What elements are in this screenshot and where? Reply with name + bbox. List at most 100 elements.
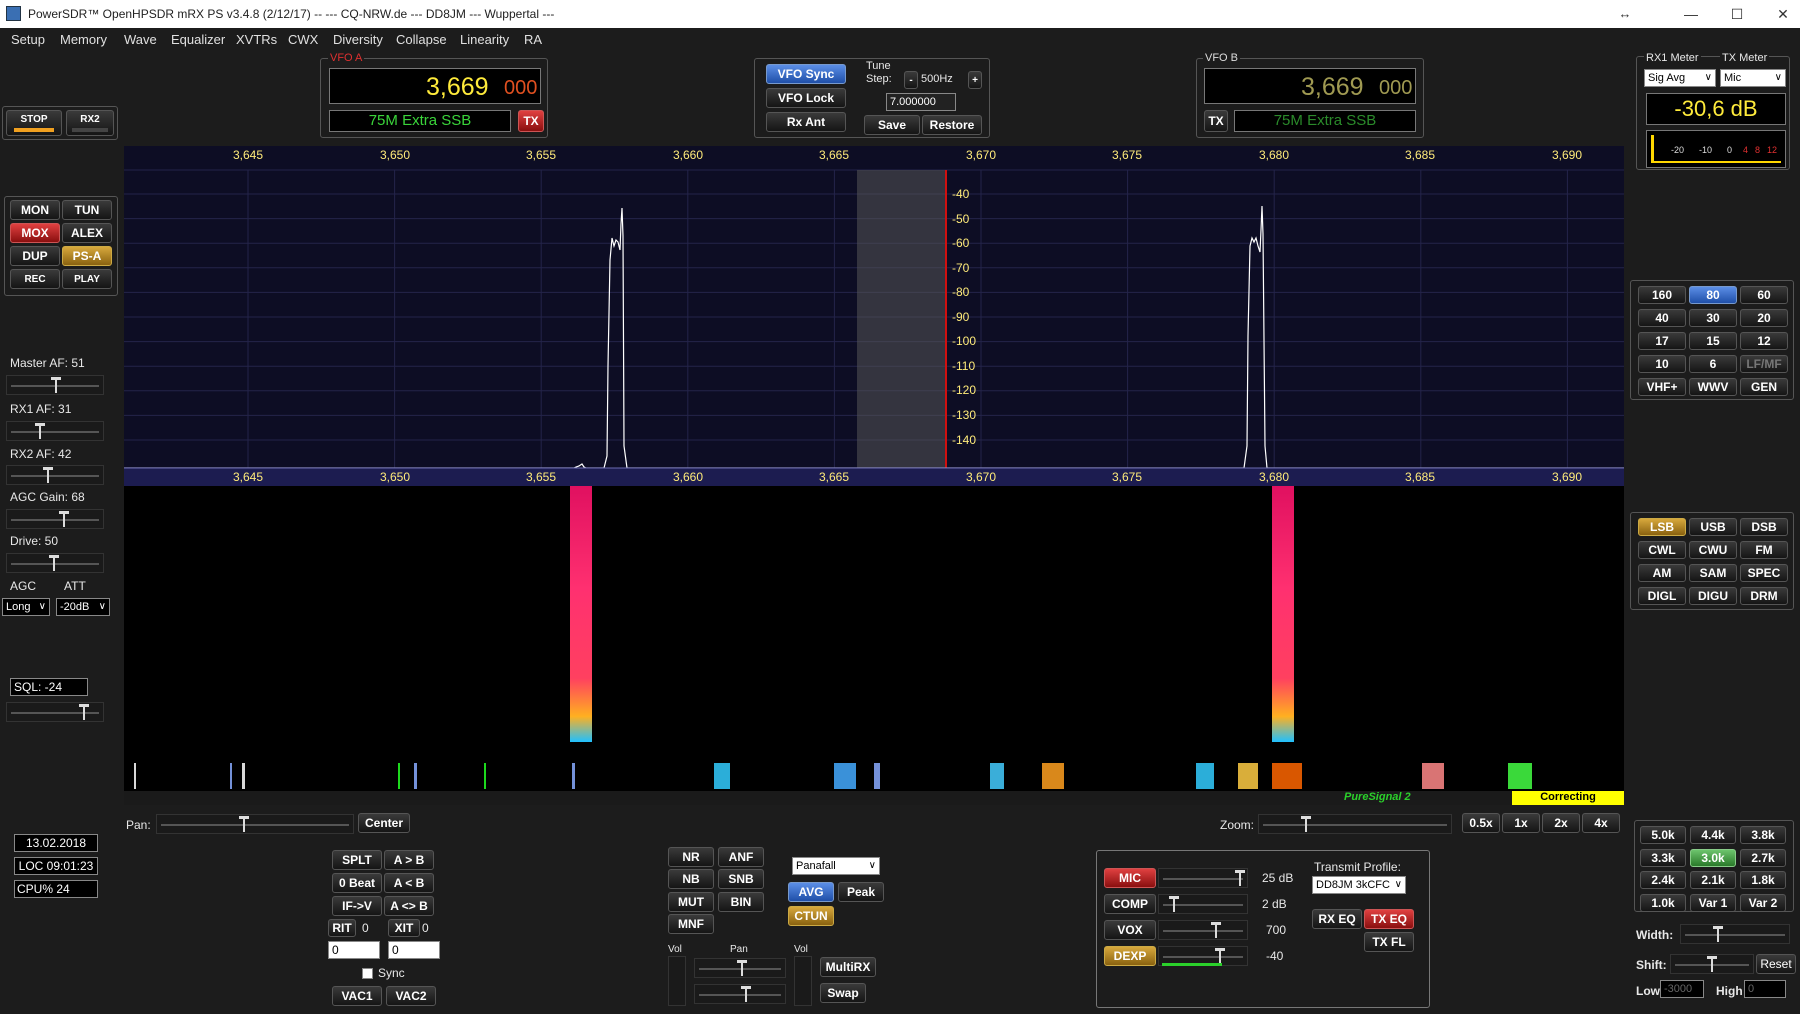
avg-button[interactable]: AVG <box>788 882 834 902</box>
a-swap-b-button[interactable]: A <> B <box>384 896 434 916</box>
rx1-meter-select[interactable]: Sig Avg <box>1644 69 1716 87</box>
att-select[interactable]: -20dB <box>56 598 110 616</box>
filter-button-2.1k[interactable]: 2.1k <box>1690 871 1736 889</box>
filter-button-var-2[interactable]: Var 2 <box>1740 893 1786 912</box>
mode-button-lsb[interactable]: LSB <box>1638 518 1686 536</box>
stop-button[interactable]: STOP <box>6 110 62 136</box>
a-to-b-button[interactable]: A > B <box>384 850 434 870</box>
band-button-10[interactable]: 10 <box>1638 355 1686 373</box>
snb-button[interactable]: SNB <box>718 869 764 889</box>
filter-button-1.0k[interactable]: 1.0k <box>1640 893 1686 912</box>
zoom-1x-button[interactable]: 1x <box>1502 813 1540 833</box>
band-button-80[interactable]: 80 <box>1689 286 1737 304</box>
band-button-30[interactable]: 30 <box>1689 309 1737 327</box>
menu-wave[interactable]: Wave <box>124 32 157 47</box>
menu-memory[interactable]: Memory <box>60 32 107 47</box>
mode-button-am[interactable]: AM <box>1638 564 1686 582</box>
filter-button-var-1[interactable]: Var 1 <box>1690 893 1736 912</box>
band-button-60[interactable]: 60 <box>1740 286 1788 304</box>
filter-button-3.0k[interactable]: 3.0k <box>1690 848 1736 867</box>
vol-slider[interactable] <box>668 956 686 1006</box>
vfo-lock-button[interactable]: VFO Lock <box>766 88 846 108</box>
band-button-20[interactable]: 20 <box>1740 309 1788 327</box>
band-button-17[interactable]: 17 <box>1638 332 1686 350</box>
minimize-button[interactable]: — <box>1668 2 1714 26</box>
band-button-12[interactable]: 12 <box>1740 332 1788 350</box>
master-af-slider[interactable] <box>6 375 104 395</box>
tun-button[interactable]: TUN <box>62 200 112 220</box>
psa-button[interactable]: PS-A <box>62 246 112 266</box>
mon-button[interactable]: MON <box>10 200 60 220</box>
vac1-button[interactable]: VAC1 <box>332 986 382 1006</box>
xit-field[interactable]: 0 <box>388 941 440 959</box>
waterfall-display[interactable] <box>124 486 1624 791</box>
vox-button[interactable]: VOX <box>1104 920 1156 940</box>
mnf-button[interactable]: MNF <box>668 914 714 934</box>
filter-button-1.8k[interactable]: 1.8k <box>1740 871 1786 889</box>
band-button-lf-mf[interactable]: LF/MF <box>1740 355 1788 373</box>
tx-fl-button[interactable]: TX FL <box>1364 932 1414 952</box>
swap-button[interactable]: Swap <box>820 983 866 1003</box>
alex-button[interactable]: ALEX <box>62 223 112 243</box>
width-slider[interactable] <box>1680 924 1790 944</box>
zoom-4x-button[interactable]: 4x <box>1582 813 1620 833</box>
zoom-0.5x-button[interactable]: 0.5x <box>1462 813 1500 833</box>
panadapter-display[interactable] <box>124 146 1624 486</box>
play-button[interactable]: PLAY <box>62 269 112 289</box>
shift-slider[interactable] <box>1670 954 1754 974</box>
mode-button-dsb[interactable]: DSB <box>1740 518 1788 536</box>
tx-eq-button[interactable]: TX EQ <box>1364 909 1414 929</box>
vfo-b-tx-button[interactable]: TX <box>1204 110 1228 132</box>
rx-eq-button[interactable]: RX EQ <box>1312 909 1362 929</box>
pan-slider-rx1[interactable] <box>694 958 786 978</box>
mic-slider[interactable] <box>1158 868 1248 888</box>
save-button[interactable]: Save <box>864 115 920 135</box>
vac2-button[interactable]: VAC2 <box>386 986 436 1006</box>
band-button-gen[interactable]: GEN <box>1740 378 1788 396</box>
filter-button-4.4k[interactable]: 4.4k <box>1690 826 1736 844</box>
agc-gain-slider[interactable] <box>6 509 104 529</box>
menu-xvtrs[interactable]: XVTRs <box>236 32 277 47</box>
zoom-2x-button[interactable]: 2x <box>1542 813 1580 833</box>
vfo-a-tx-button[interactable]: TX <box>518 110 544 132</box>
tx-meter-select[interactable]: Mic <box>1720 69 1786 87</box>
filter-button-3.3k[interactable]: 3.3k <box>1640 848 1686 867</box>
sql-slider[interactable] <box>6 702 104 722</box>
band-button-40[interactable]: 40 <box>1638 309 1686 327</box>
rit-field[interactable]: 0 <box>328 941 380 959</box>
zero-beat-button[interactable]: 0 Beat <box>332 873 382 893</box>
split-button[interactable]: SPLT <box>332 850 382 870</box>
band-button-160[interactable]: 160 <box>1638 286 1686 304</box>
peak-button[interactable]: Peak <box>838 882 884 902</box>
restore-button[interactable]: Restore <box>922 115 982 135</box>
menu-equalizer[interactable]: Equalizer <box>171 32 225 47</box>
band-button-wwv[interactable]: WWV <box>1689 378 1737 396</box>
multirx-button[interactable]: MultiRX <box>820 957 876 977</box>
dup-button[interactable]: DUP <box>10 246 60 266</box>
dexp-button[interactable]: DEXP <box>1104 946 1156 966</box>
zoom-slider[interactable] <box>1258 814 1452 834</box>
center-button[interactable]: Center <box>358 813 410 833</box>
pan-slider[interactable] <box>156 814 354 834</box>
filter-high-field[interactable]: 0 <box>1744 980 1786 998</box>
menu-linearity[interactable]: Linearity <box>460 32 509 47</box>
transmit-profile-select[interactable]: DD8JM 3kCFC <box>1312 876 1406 894</box>
band-button-vhf-[interactable]: VHF+ <box>1638 378 1686 396</box>
mic-button[interactable]: MIC <box>1104 868 1156 888</box>
comp-slider[interactable] <box>1158 894 1248 914</box>
tune-step-minus-button[interactable]: - <box>904 71 918 89</box>
vfo-freq-field[interactable]: 7.000000 <box>886 93 956 111</box>
filter-button-2.7k[interactable]: 2.7k <box>1740 848 1786 867</box>
band-button-15[interactable]: 15 <box>1689 332 1737 350</box>
mox-button[interactable]: MOX <box>10 223 60 243</box>
agc-mode-select[interactable]: Long <box>2 598 50 616</box>
vfo-b-frequency[interactable]: 3,669 000 <box>1204 68 1416 104</box>
b-to-a-button[interactable]: A < B <box>384 873 434 893</box>
filter-button-3.8k[interactable]: 3.8k <box>1740 826 1786 844</box>
mode-button-fm[interactable]: FM <box>1740 541 1788 559</box>
vfo-a-frequency[interactable]: 3,669 000 <box>329 68 541 104</box>
mode-button-drm[interactable]: DRM <box>1740 587 1788 605</box>
vfo-sync-button[interactable]: VFO Sync <box>766 64 846 84</box>
filter-button-2.4k[interactable]: 2.4k <box>1640 871 1686 889</box>
vox-slider[interactable] <box>1158 920 1248 940</box>
